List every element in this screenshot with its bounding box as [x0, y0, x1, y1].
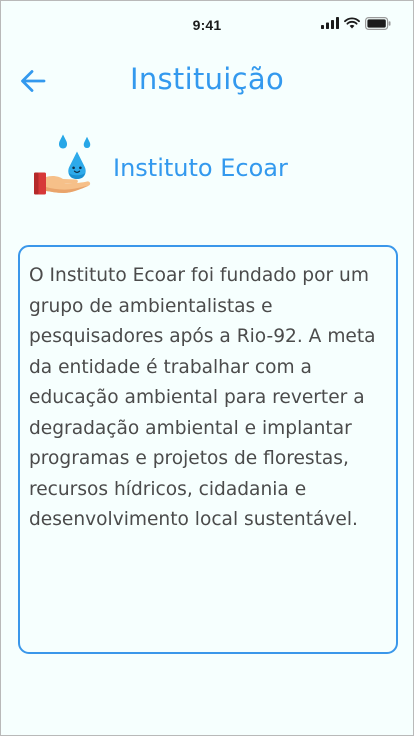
- organization-header: Instituto Ecoar: [31, 133, 393, 205]
- organization-name: Instituto Ecoar: [113, 154, 288, 182]
- phone-screen: 9:41 Instituição Instituto Ecoar O Insti…: [0, 0, 414, 736]
- water-drops-hand-icon: [34, 134, 91, 195]
- description-text: O Instituto Ecoar foi fundado por um gru…: [29, 265, 376, 530]
- battery-icon: [365, 16, 391, 30]
- status-bar: 9:41: [1, 1, 413, 51]
- signal-icon: [321, 17, 339, 29]
- wifi-icon: [344, 17, 360, 29]
- header: Instituição: [1, 59, 413, 103]
- page-title: Instituição: [129, 62, 285, 96]
- status-icons: [321, 16, 391, 30]
- description-card: O Instituto Ecoar foi fundado por um gru…: [18, 245, 398, 654]
